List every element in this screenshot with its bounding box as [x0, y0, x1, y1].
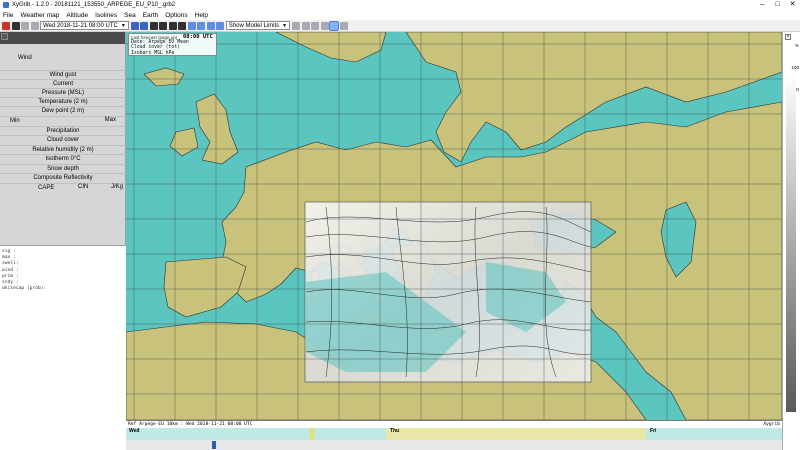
panel-toggle-icon[interactable]	[1, 33, 8, 40]
arrow-left-icon[interactable]	[187, 21, 196, 30]
menu-bar: File Weather map Altitude Isolines Sea E…	[0, 10, 800, 20]
model-overlay	[304, 201, 592, 383]
readout-line: whitecap (prob):	[2, 286, 47, 292]
layer-temperature[interactable]: Temperature (2 m)	[0, 97, 126, 106]
next-forecast-icon[interactable]	[130, 21, 139, 30]
window-title: XyGrib - 1.2.0 - 20181121_153550_ARPEGE_…	[12, 2, 175, 8]
layer-wind[interactable]: Wind	[0, 54, 126, 63]
day-label-thu: Thu	[390, 428, 400, 434]
max-label: Max	[104, 117, 116, 123]
app-icon	[3, 2, 9, 8]
crosshair-icon[interactable]	[329, 20, 340, 31]
legend-gradient	[786, 72, 796, 412]
last-forecast-icon[interactable]	[140, 21, 149, 30]
day-label-wed: Wed	[129, 428, 140, 434]
forecast-reference-bar: Ref Arpege-EU 10km : Wed 2018-11-21 08:0…	[126, 420, 782, 428]
screenshot-icon[interactable]	[311, 21, 320, 30]
arrow-down-icon[interactable]	[216, 21, 225, 30]
previous-forecast-icon[interactable]	[30, 21, 39, 30]
legend-unit: %	[794, 43, 799, 48]
zoom-in-icon[interactable]	[149, 21, 158, 30]
zoom-all-icon[interactable]	[178, 21, 187, 30]
title-bar: XyGrib - 1.2.0 - 20181121_153550_ARPEGE_…	[0, 0, 800, 10]
menu-isolines[interactable]: Isolines	[95, 12, 117, 19]
map-canvas[interactable]	[126, 32, 782, 420]
download-icon[interactable]	[292, 21, 301, 30]
menu-weather-map[interactable]: Weather map	[20, 12, 59, 19]
first-forecast-icon[interactable]	[21, 21, 29, 30]
data-readout-pane: sig : max : swell: wind : prim : scdy : …	[0, 245, 126, 450]
menu-altitude[interactable]: Altitude	[66, 12, 88, 19]
info-isobar-line: Isobars MSL hPa	[131, 50, 175, 56]
model-limits-select[interactable]: Show Model Limits ▼	[225, 21, 291, 30]
layer-dew-point[interactable]: Dew point (2 m)	[0, 106, 126, 115]
arrow-up-icon[interactable]	[206, 21, 215, 30]
layer-isotherm[interactable]: Isotherm 0°C	[0, 154, 126, 163]
sounding-icon[interactable]	[320, 21, 329, 30]
menu-help[interactable]: Help	[195, 12, 208, 19]
close-icon[interactable]: ×	[785, 34, 791, 40]
weather-map[interactable]	[126, 32, 782, 420]
layer-current[interactable]: Current	[0, 79, 126, 88]
day-label-fri: Fri	[650, 428, 657, 434]
forecast-date-select[interactable]: Wed 2018-11-21 08:00 UTC ▼	[40, 21, 129, 30]
info-time: 08:00 UTC	[183, 34, 213, 40]
forecast-reference-text: Ref Arpege-EU 10km : Wed 2018-11-21 08:0…	[128, 422, 253, 427]
minimize-icon[interactable]: –	[755, 0, 770, 10]
quit-icon[interactable]	[2, 21, 10, 30]
maximize-icon[interactable]: □	[770, 0, 785, 10]
layer-composite-reflectivity[interactable]: Composite Reflectivity	[0, 173, 126, 182]
layer-relative-humidity[interactable]: Relative humidity (2 m)	[0, 145, 126, 154]
menu-options[interactable]: Options	[165, 12, 187, 19]
legend-tick: 100	[791, 65, 799, 70]
close-icon[interactable]: ✕	[785, 0, 800, 10]
menu-file[interactable]: File	[3, 12, 13, 19]
layer-panel-header	[0, 32, 125, 44]
menu-sea[interactable]: Sea	[124, 12, 136, 19]
layer-wind-gust[interactable]: Wind gust	[0, 70, 126, 79]
open-file-icon[interactable]	[11, 21, 20, 30]
menu-earth[interactable]: Earth	[143, 12, 159, 19]
time-slider-thumb[interactable]	[212, 441, 216, 449]
time-slider[interactable]	[126, 440, 782, 450]
chevron-down-icon: ▼	[282, 22, 288, 29]
meteotable-icon[interactable]	[301, 21, 310, 30]
layer-precipitation[interactable]: Precipitation	[0, 126, 126, 135]
hand-icon[interactable]	[339, 21, 348, 30]
layer-cloud-cover[interactable]: Cloud cover	[0, 135, 126, 144]
layer-pressure[interactable]: Pressure (MSL)	[0, 88, 126, 97]
zoom-out-icon[interactable]	[159, 21, 168, 30]
forecast-timeline[interactable]: Wed Thu Fri	[126, 428, 782, 440]
toolbar: Wed 2018-11-21 08:00 UTC ▼ Show Model Lim…	[0, 20, 800, 32]
chevron-down-icon: ▼	[120, 22, 126, 29]
color-legend: × % 100 90	[782, 32, 800, 450]
layer-snow-depth[interactable]: Snow depth	[0, 164, 126, 173]
zoom-fit-icon[interactable]	[168, 21, 177, 30]
arrow-right-icon[interactable]	[197, 21, 206, 30]
cape-unit-label: J/Kg	[110, 184, 123, 190]
